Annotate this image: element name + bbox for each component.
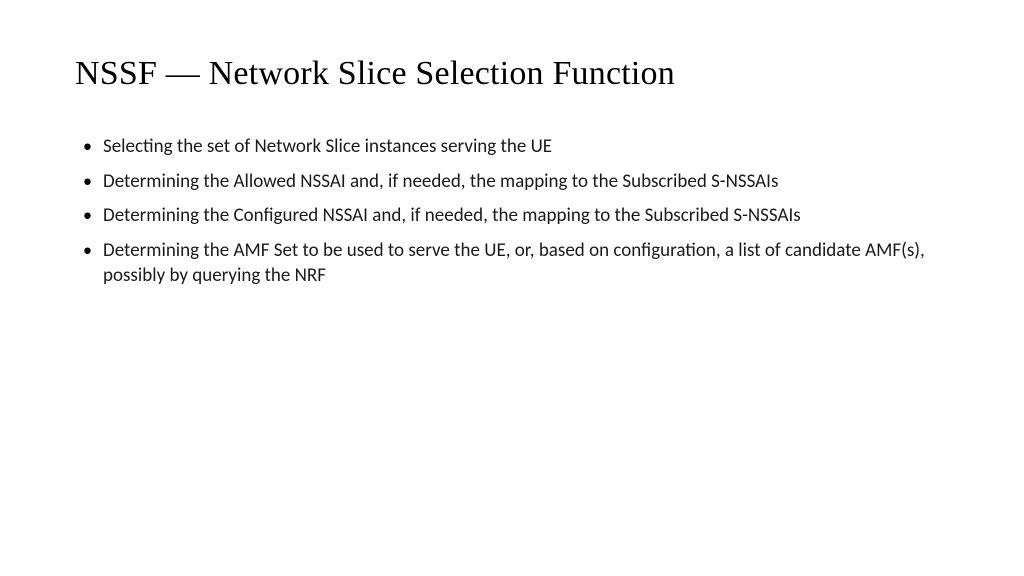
list-item: Selecting the set of Network Slice insta… [97,135,949,160]
slide-title: NSSF — Network Slice Selection Function [75,55,949,93]
list-item: Determining the AMF Set to be used to se… [97,239,949,288]
bullet-list: Selecting the set of Network Slice insta… [75,135,949,288]
list-item: Determining the Configured NSSAI and, if… [97,204,949,229]
list-item: Determining the Allowed NSSAI and, if ne… [97,170,949,195]
